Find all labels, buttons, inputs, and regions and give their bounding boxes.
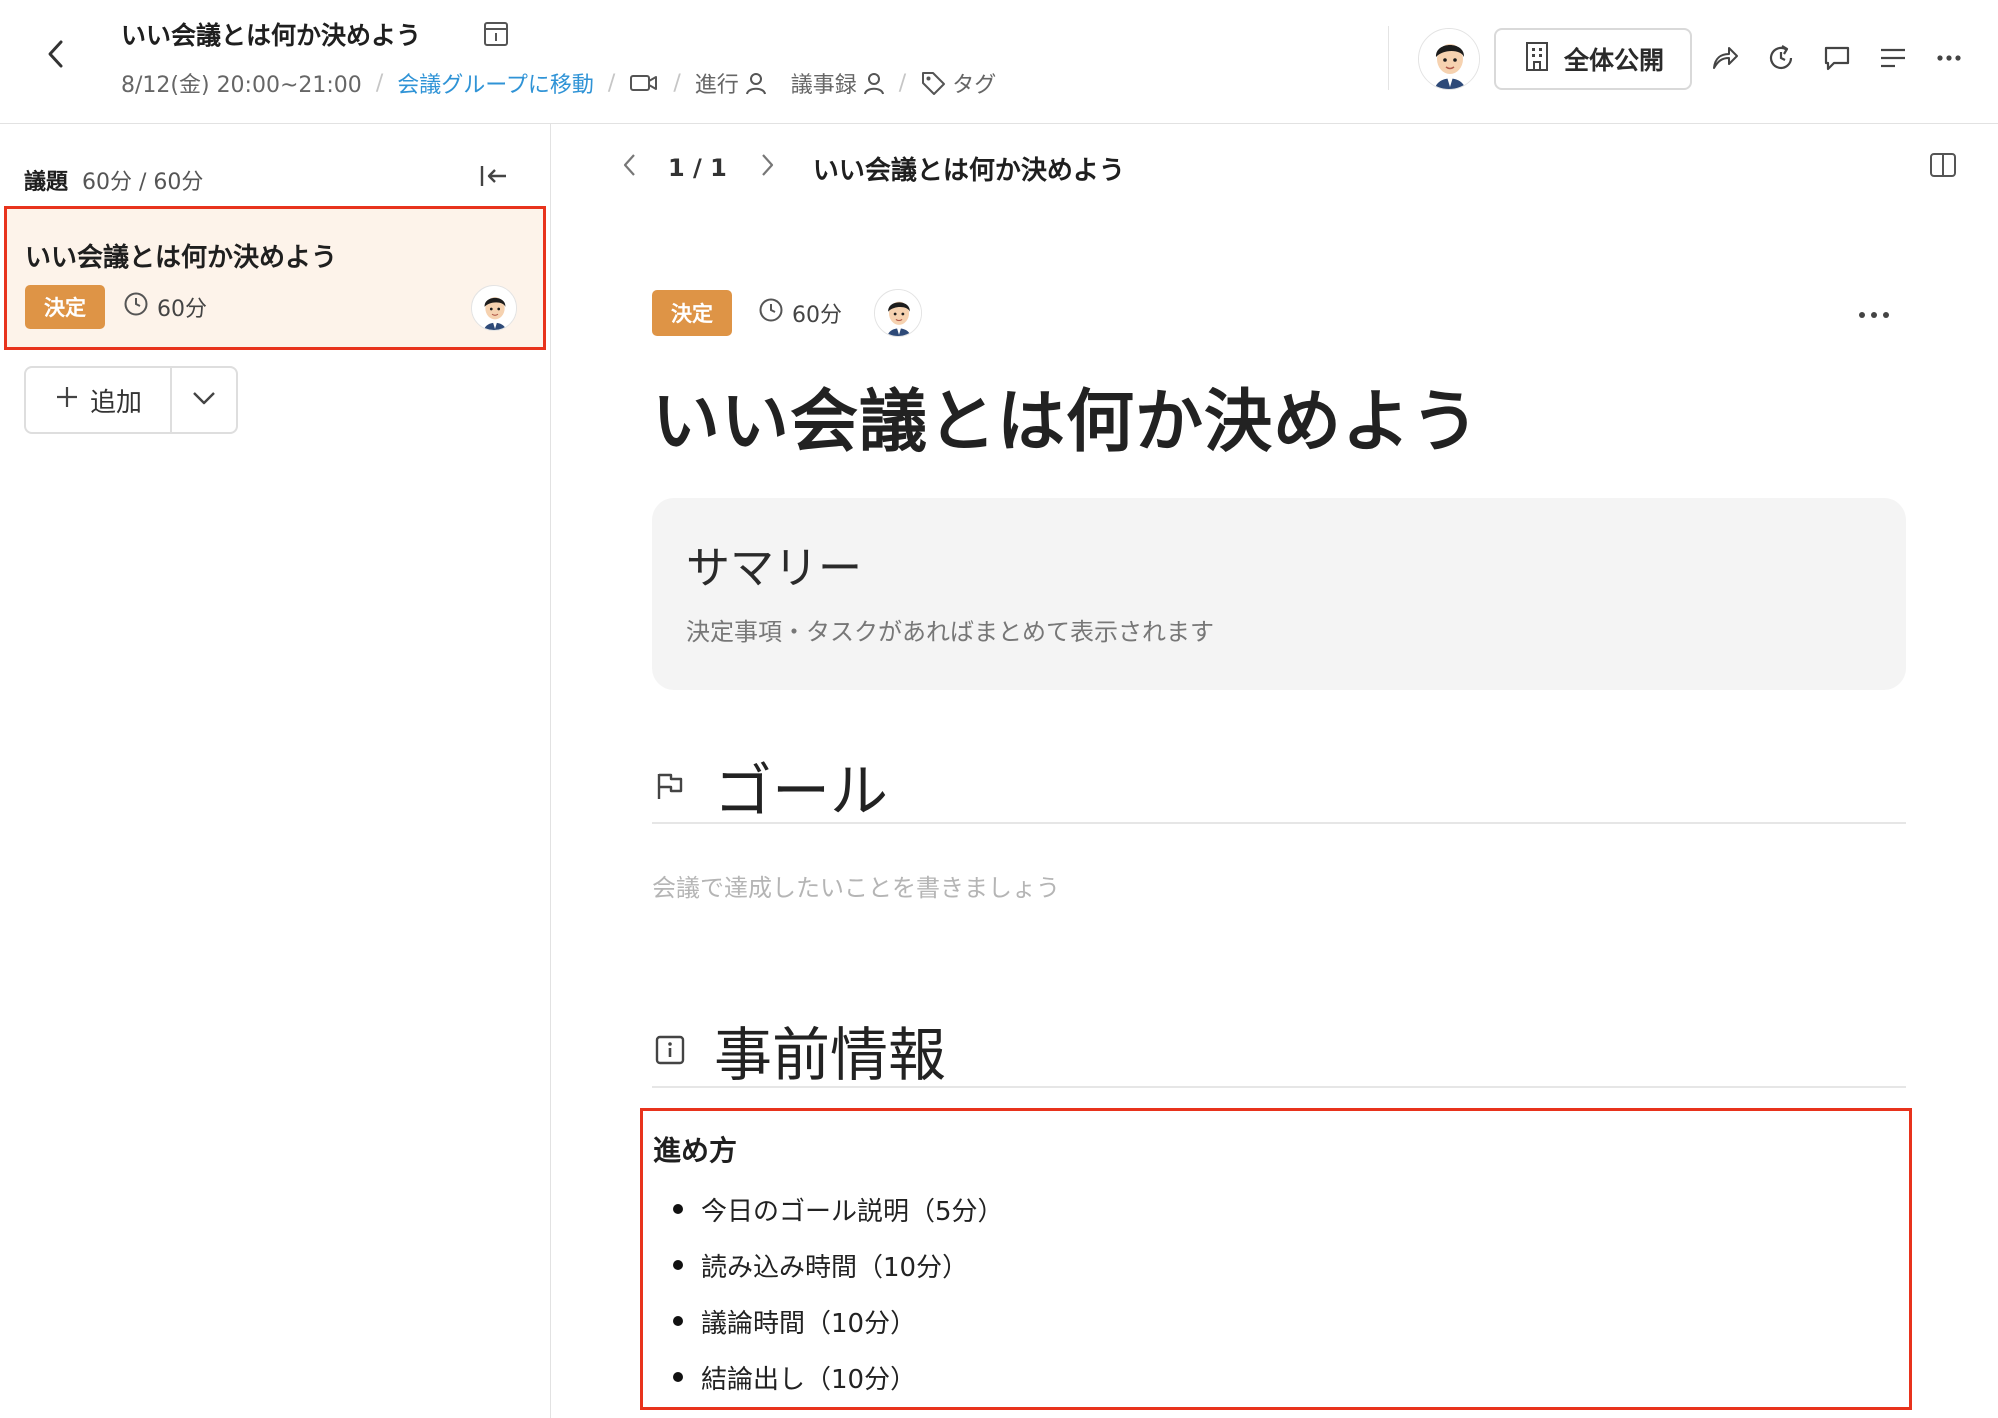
separator: / <box>375 70 384 96</box>
pre-info-content[interactable]: 進め方 今日のゴール説明（5分） 読み込み時間（10分） 議論時間（10分） 結… <box>640 1108 1912 1410</box>
add-label: 追加 <box>89 387 142 418</box>
agenda-duration-value: 60分 <box>792 303 842 328</box>
tag-label: タグ <box>952 73 997 98</box>
person-icon <box>745 71 767 95</box>
visibility-button[interactable]: 全体公開 <box>1494 28 1692 90</box>
video-icon[interactable] <box>629 72 659 94</box>
history-icon[interactable] <box>1763 40 1799 76</box>
agenda-duration-value: 60分 <box>157 297 207 322</box>
agenda-sidebar: 議題 60分 / 60分 いい会議とは何か決めよう 決定 60分 追加 <box>0 124 551 1418</box>
separator: / <box>673 70 681 96</box>
back-icon <box>44 39 68 73</box>
step-text: 今日のゴール説明（5分） <box>701 1196 1004 1227</box>
minutes-label: 議事録 <box>790 73 857 98</box>
facilitator-field[interactable]: 進行 <box>695 67 767 99</box>
facilitator-label: 進行 <box>694 73 739 98</box>
list-item: 今日のゴール説明（5分） <box>673 1181 1004 1237</box>
person-icon <box>863 71 885 95</box>
separator: / <box>898 70 907 96</box>
clock-icon <box>123 291 149 323</box>
agenda-duration: 60分 <box>123 285 207 329</box>
template-icon[interactable] <box>482 20 510 48</box>
agenda-header: 議題 60分 / 60分 <box>24 164 203 196</box>
avatar[interactable] <box>874 289 922 337</box>
steps-heading: 進め方 <box>653 1134 738 1167</box>
visibility-label: 全体公開 <box>1563 46 1664 75</box>
separator: / <box>607 70 616 96</box>
tag-icon <box>920 70 946 96</box>
page-title: いい会議とは何か決めよう <box>121 21 422 50</box>
steps-list: 今日のゴール説明（5分） 読み込み時間（10分） 議論時間（10分） 結論出し（… <box>673 1181 1004 1405</box>
split-view-icon <box>1929 151 1957 183</box>
back-button[interactable] <box>36 36 76 76</box>
agenda-more-button[interactable] <box>1852 294 1896 334</box>
agenda-label: 議題 <box>24 170 69 195</box>
list-item: 議論時間（10分） <box>673 1293 1004 1349</box>
add-agenda-button[interactable]: 追加 <box>26 368 172 432</box>
list-item: 読み込み時間（10分） <box>673 1237 1004 1293</box>
group-link[interactable]: 会議グループに移動 <box>397 67 594 99</box>
goal-input[interactable]: 会議で達成したいことを書きましょう <box>652 868 1060 903</box>
flag-icon <box>652 768 688 804</box>
top-bar: いい会議とは何か決めよう 8/12(金) 20:00~21:00 / 会議グルー… <box>0 0 1998 124</box>
plus-icon <box>54 384 80 417</box>
split-view-button[interactable] <box>1924 148 1962 186</box>
building-icon <box>1522 40 1552 78</box>
collapse-icon <box>479 163 509 193</box>
agenda-item-title: いい会議とは何か決めよう <box>25 243 338 273</box>
summary-card: サマリー 決定事項・タスクがあればまとめて表示されます <box>652 498 1906 690</box>
summary-description: 決定事項・タスクがあればまとめて表示されます <box>686 618 1214 646</box>
divider <box>1388 26 1389 90</box>
add-agenda-group: 追加 <box>24 366 238 434</box>
more-icon <box>1857 305 1891 324</box>
bullet <box>673 1260 683 1270</box>
pre-info-title: 事前情報 <box>714 1021 947 1089</box>
goal-title: ゴール <box>714 757 889 825</box>
agenda-meta: 決定 60分 <box>652 288 922 338</box>
add-options-dropdown[interactable] <box>172 368 236 432</box>
step-text: 議論時間（10分） <box>701 1308 917 1339</box>
chevron-right-icon <box>759 152 775 184</box>
info-icon <box>652 1032 688 1068</box>
agenda-item[interactable]: いい会議とは何か決めよう 決定 60分 <box>4 206 546 350</box>
meeting-meta-row: 8/12(金) 20:00~21:00 / 会議グループに移動 / / 進行 議… <box>121 66 996 100</box>
more-icon[interactable] <box>1931 40 1967 76</box>
status-badge[interactable]: 決定 <box>652 290 732 336</box>
meeting-datetime[interactable]: 8/12(金) 20:00~21:00 <box>121 67 362 99</box>
step-text: 読み込み時間（10分） <box>701 1252 969 1283</box>
step-text: 結論出し（10分） <box>701 1364 917 1395</box>
chevron-down-icon <box>191 390 217 410</box>
agenda-title[interactable]: いい会議とは何か決めよう <box>652 366 1480 465</box>
bullet <box>673 1316 683 1326</box>
chevron-left-icon <box>622 152 638 184</box>
summary-title: サマリー <box>686 543 862 594</box>
bullet <box>673 1204 683 1214</box>
status-badge: 決定 <box>25 285 105 329</box>
tag-field[interactable]: タグ <box>920 67 996 99</box>
collapse-sidebar-button[interactable] <box>474 158 514 198</box>
share-icon[interactable] <box>1707 40 1743 76</box>
agenda-time-total: 60分 / 60分 <box>82 170 204 195</box>
bullet <box>673 1372 683 1382</box>
comment-icon[interactable] <box>1819 40 1855 76</box>
avatar[interactable] <box>1418 28 1480 90</box>
clock-icon <box>758 297 784 329</box>
next-agenda-button[interactable] <box>749 150 785 186</box>
main-content: 1 / 1 いい会議とは何か決めよう 決定 60分 いい会議とは何か決めよう サ… <box>552 124 1998 1418</box>
agenda-pager: 1 / 1 いい会議とは何か決めよう <box>612 146 1125 190</box>
pre-info-section-header: 事前情報 <box>652 1008 1906 1089</box>
list-item: 結論出し（10分） <box>673 1349 1004 1405</box>
page-indicator: 1 / 1 <box>668 154 727 182</box>
prev-agenda-button[interactable] <box>612 150 648 186</box>
avatar[interactable] <box>471 285 517 331</box>
agenda-duration[interactable]: 60分 <box>758 297 842 329</box>
outline-icon[interactable] <box>1875 40 1911 76</box>
minutes-field[interactable]: 議事録 <box>791 67 885 99</box>
goal-section-header: ゴール <box>652 744 1906 825</box>
pager-title: いい会議とは何か決めよう <box>812 155 1125 186</box>
